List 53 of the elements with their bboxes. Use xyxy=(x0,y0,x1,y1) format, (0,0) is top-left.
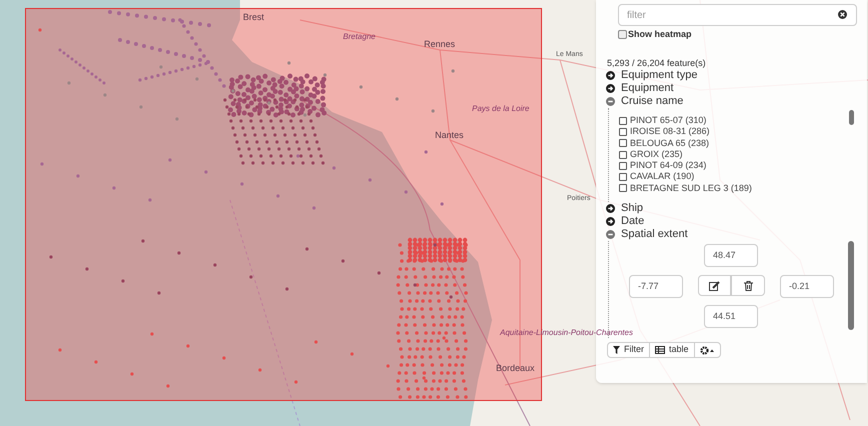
heatmap-checkbox[interactable] xyxy=(618,30,627,40)
expand-icon[interactable] xyxy=(606,217,615,226)
table-icon xyxy=(655,346,665,354)
trash-icon xyxy=(744,280,752,290)
cruise-option[interactable]: GROIX (235) xyxy=(630,148,683,162)
facet-header[interactable]: Cruise name xyxy=(621,96,684,107)
table-button[interactable]: table xyxy=(649,342,695,358)
filter-field[interactable]: filter xyxy=(618,4,857,26)
filter-icon xyxy=(613,346,620,354)
map-label: Nantes xyxy=(435,129,464,142)
expand-icon[interactable] xyxy=(606,84,615,93)
expand-icon[interactable] xyxy=(606,204,615,213)
facet-header[interactable]: Equipment xyxy=(621,83,674,94)
option-checkbox[interactable] xyxy=(619,116,627,125)
feature-count: 5,293 / 26,204 feature(s) xyxy=(607,57,706,70)
delete-button[interactable] xyxy=(731,275,765,296)
cruise-option[interactable]: CAVALAR (190) xyxy=(630,170,694,184)
facet-header[interactable]: Date xyxy=(621,216,644,227)
coordinate-field[interactable]: -0.21 xyxy=(780,275,834,298)
map-label: Bordeaux xyxy=(496,362,535,375)
scrollbar-thumb[interactable] xyxy=(849,110,854,125)
scrollbar-thumb[interactable] xyxy=(848,241,854,330)
map-label: Bretagne xyxy=(343,31,376,43)
option-checkbox[interactable] xyxy=(619,150,627,159)
coordinate-field[interactable]: -7.77 xyxy=(629,275,683,298)
option-checkbox[interactable] xyxy=(619,173,627,182)
filter-button[interactable]: Filter xyxy=(607,342,650,358)
collapse-icon[interactable] xyxy=(606,97,615,106)
map-label: Brest xyxy=(243,11,264,24)
map-label: Rennes xyxy=(424,38,456,51)
cruise-option[interactable]: BELOUGA 65 (238) xyxy=(630,136,710,150)
clear-icon[interactable] xyxy=(838,10,847,19)
option-checkbox[interactable] xyxy=(619,139,627,148)
cruise-option[interactable]: PINOT 64-09 (234) xyxy=(630,159,706,173)
coordinate-field[interactable]: 48.47 xyxy=(704,244,758,267)
heatmap-label: Show heatmap xyxy=(628,28,692,41)
option-checkbox[interactable] xyxy=(619,184,627,192)
cruise-option[interactable]: BRETAGNE SUD LEG 3 (189) xyxy=(630,182,752,196)
cruise-option[interactable]: PINOT 65-07 (310) xyxy=(630,114,706,128)
settings-button[interactable] xyxy=(694,342,721,358)
collapse-icon[interactable] xyxy=(606,230,615,239)
option-checkbox[interactable] xyxy=(619,128,627,136)
facet-header[interactable]: Equipment type xyxy=(621,70,698,81)
cruise-option[interactable]: IROISE 08-31 (286) xyxy=(630,125,710,139)
facet-header[interactable]: Spatial extent xyxy=(621,229,688,240)
edit-icon xyxy=(709,280,720,290)
facet-header[interactable]: Ship xyxy=(621,203,644,214)
settings-icon xyxy=(700,346,715,354)
coordinate-field[interactable]: 44.51 xyxy=(704,305,758,328)
expand-icon[interactable] xyxy=(606,71,615,80)
edit-button[interactable] xyxy=(698,275,731,296)
map-label: Pays de la Loire xyxy=(472,103,530,115)
option-checkbox[interactable] xyxy=(619,162,627,170)
